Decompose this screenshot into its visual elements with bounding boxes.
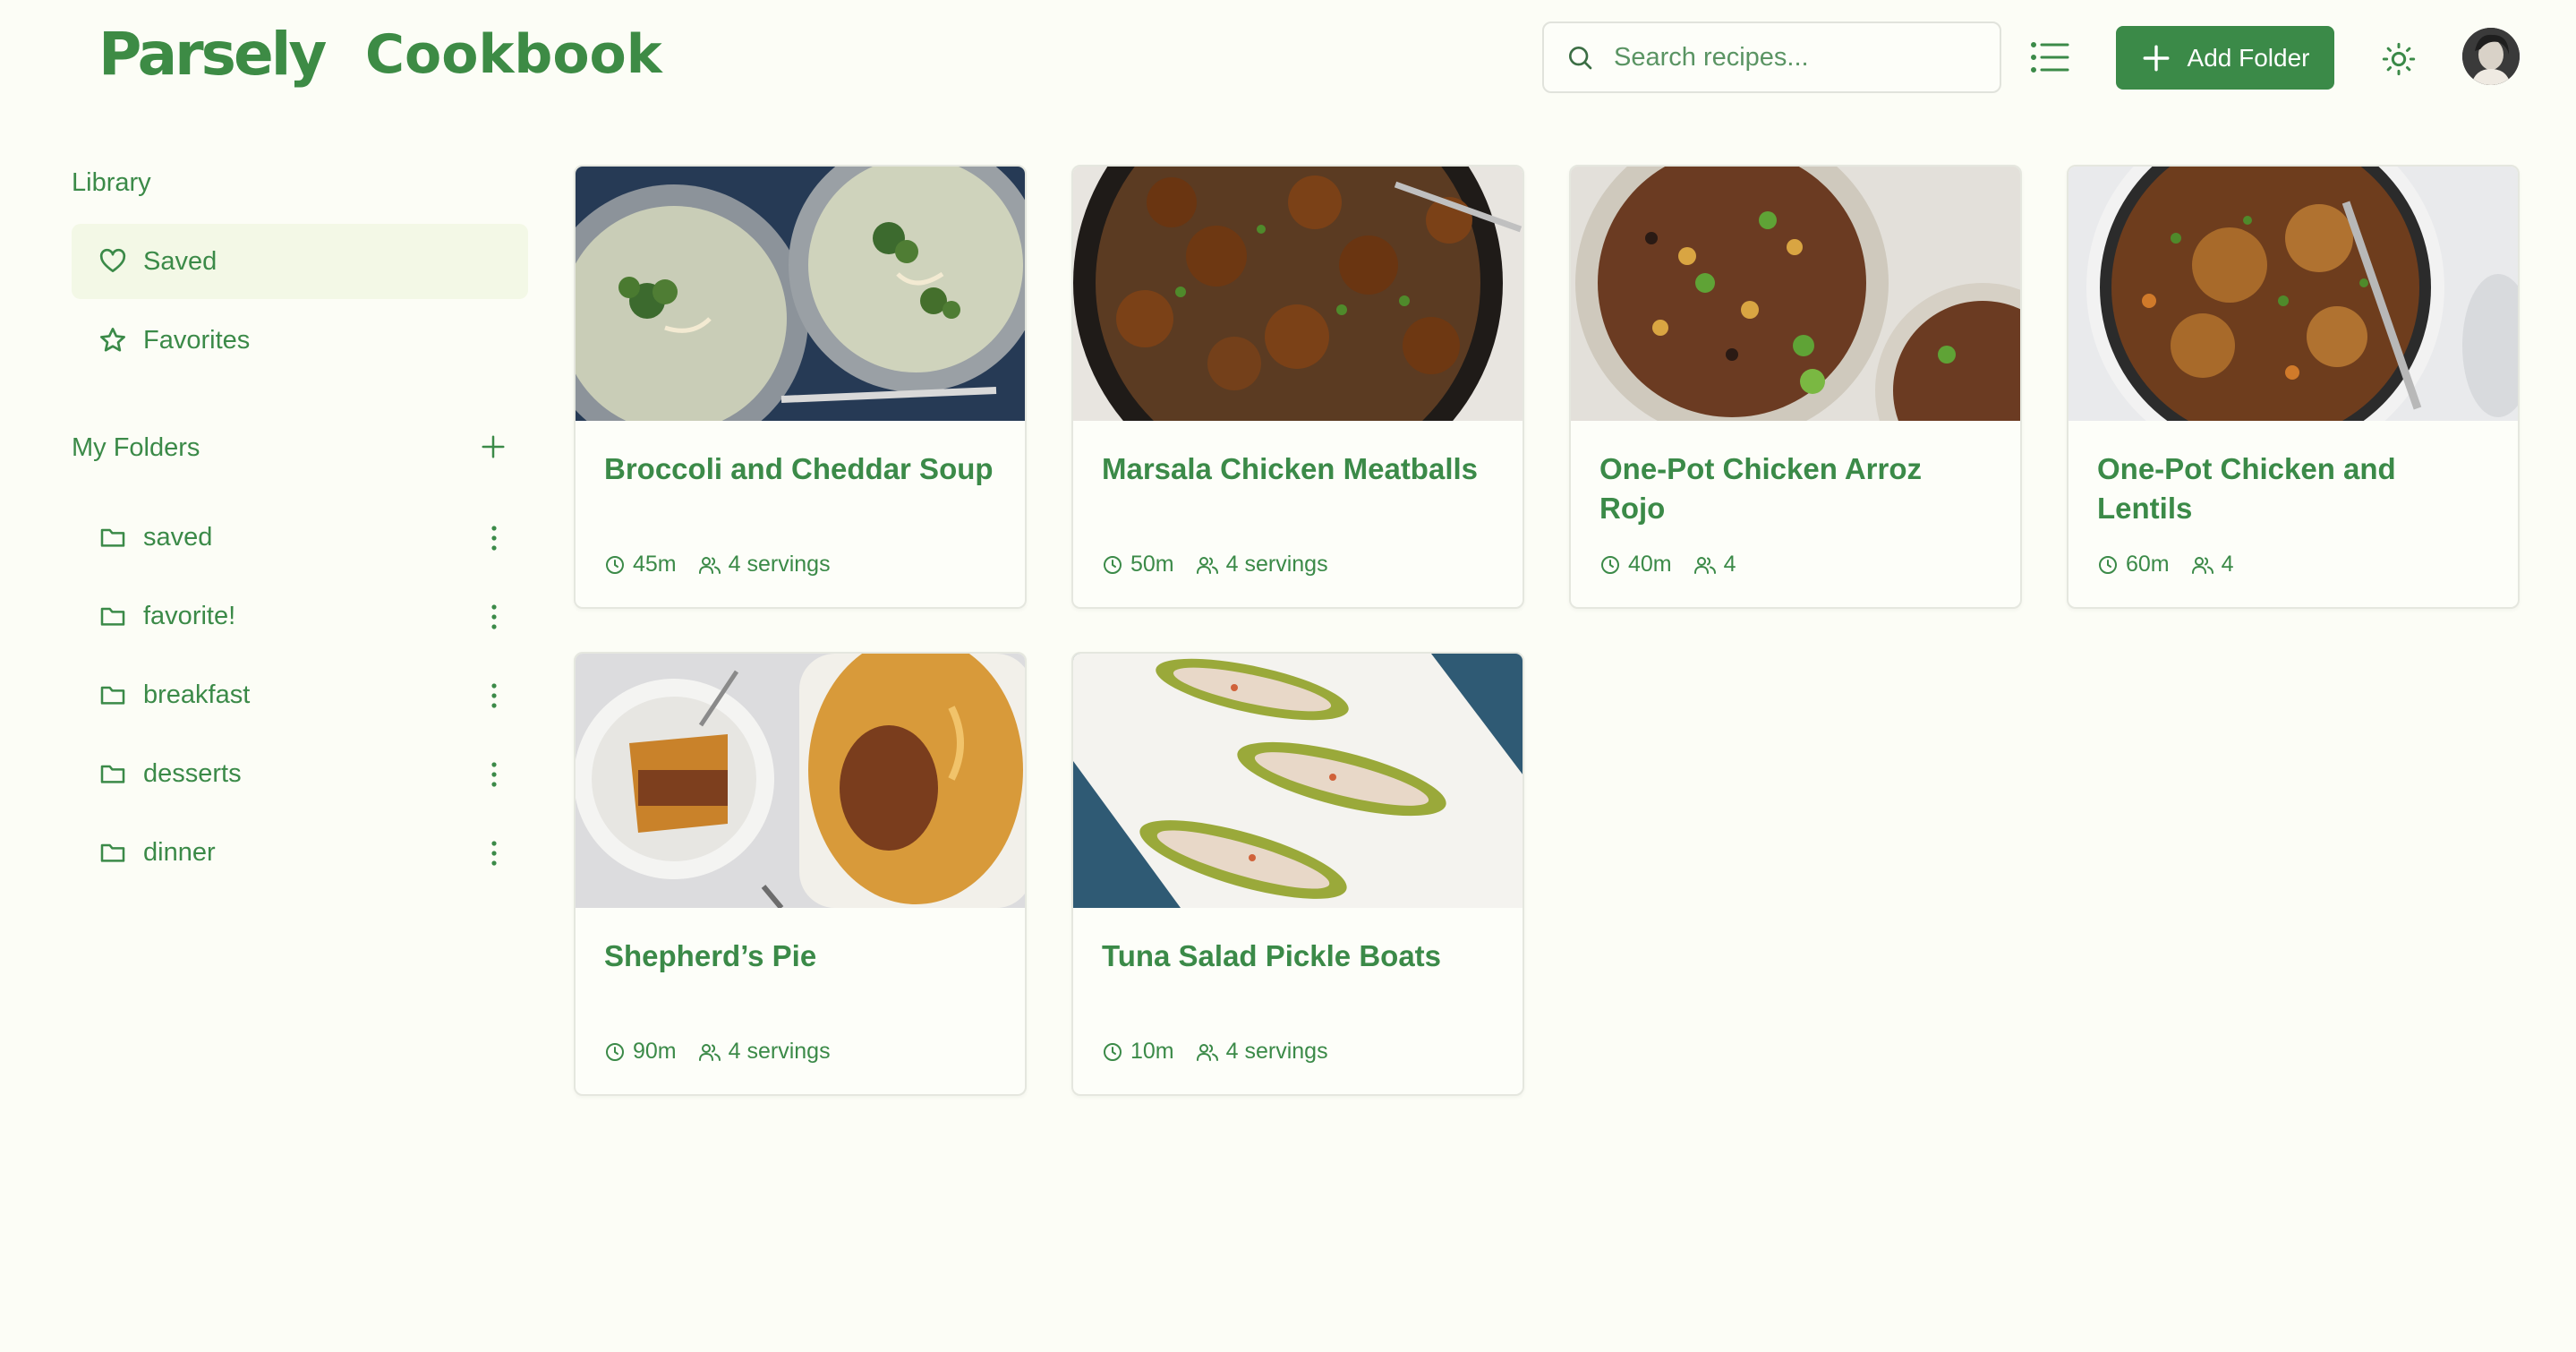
more-options-icon[interactable] [485, 603, 503, 630]
sidebar-item-label: Saved [143, 246, 218, 276]
recipe-image [576, 167, 1025, 421]
recipe-image [1073, 654, 1523, 908]
list-icon [2031, 42, 2069, 73]
recipe-card[interactable]: One-Pot Chicken and Lentils 60m 4 [2067, 165, 2520, 609]
recipe-title[interactable]: One-Pot Chicken Arroz Rojo [1599, 449, 1993, 528]
search-box[interactable] [1542, 21, 2001, 93]
recipe-image [2068, 167, 2518, 421]
list-view-button[interactable] [2030, 39, 2071, 75]
search-icon [1569, 47, 1592, 70]
recipe-servings: 4 [2221, 552, 2234, 577]
recipe-time: 40m [1628, 552, 1672, 577]
recipe-card[interactable]: Marsala Chicken Meatballs 50m 4 servings [1071, 165, 1524, 609]
users-icon [698, 1043, 721, 1061]
recipe-servings: 4 [1723, 552, 1736, 577]
folder-item[interactable]: dinner [98, 826, 519, 879]
more-options-icon[interactable] [485, 525, 503, 552]
more-options-icon[interactable] [485, 761, 503, 788]
recipe-title[interactable]: Tuna Salad Pickle Boats [1102, 937, 1496, 976]
folder-item[interactable]: saved [98, 510, 519, 564]
star-icon [100, 328, 125, 352]
recipe-title[interactable]: Shepherd’s Pie [604, 937, 998, 976]
recipe-servings: 4 servings [728, 552, 831, 577]
plus-icon [2143, 45, 2169, 71]
folder-item[interactable]: desserts [98, 747, 519, 800]
recipe-meta: 90m 4 servings [604, 1039, 831, 1065]
folders-section-title: My Folders [72, 433, 200, 462]
clock-icon [1104, 555, 1122, 574]
recipe-image [1073, 167, 1523, 421]
folder-label: desserts [143, 758, 242, 788]
recipe-servings: 4 servings [728, 1039, 831, 1064]
folder-icon [100, 607, 125, 626]
more-options-icon[interactable] [485, 840, 503, 867]
plus-icon [482, 435, 505, 458]
recipe-time: 90m [633, 1039, 677, 1064]
recipe-title[interactable]: One-Pot Chicken and Lentils [2097, 449, 2491, 528]
folder-label: favorite! [143, 601, 236, 630]
app-title: Cookbook [365, 23, 662, 86]
recipe-time: 60m [2126, 552, 2170, 577]
recipe-image [576, 654, 1025, 908]
folder-icon [100, 765, 125, 783]
library-section-title: Library [72, 168, 151, 197]
search-input[interactable] [1614, 42, 1972, 73]
clock-icon [2099, 555, 2117, 574]
theme-toggle-button[interactable] [2381, 41, 2417, 77]
clock-icon [1104, 1042, 1122, 1061]
sidebar-item-label: Favorites [143, 325, 251, 355]
recipe-image [1571, 167, 2020, 421]
users-icon [1196, 1043, 1218, 1061]
sidebar-item-saved[interactable]: Saved [72, 224, 528, 299]
users-icon [1693, 556, 1716, 574]
user-avatar[interactable] [2462, 28, 2520, 85]
recipe-meta: 40m 4 [1599, 552, 1736, 578]
clock-icon [1601, 555, 1619, 574]
users-icon [1196, 556, 1218, 574]
recipe-time: 50m [1130, 552, 1174, 577]
folder-icon [100, 843, 125, 862]
folder-icon [100, 528, 125, 547]
users-icon [2191, 556, 2213, 574]
recipe-card[interactable]: Broccoli and Cheddar Soup 45m 4 servings [574, 165, 1027, 609]
folder-label: breakfast [143, 680, 251, 709]
users-icon [698, 556, 721, 574]
recipe-card[interactable]: Tuna Salad Pickle Boats 10m 4 servings [1071, 652, 1524, 1096]
recipe-meta: 50m 4 servings [1102, 552, 1328, 578]
clock-icon [606, 555, 624, 574]
recipe-card[interactable]: Shepherd’s Pie 90m 4 servings [574, 652, 1027, 1096]
top-bar: Parsely Cookbook Add Folder [0, 0, 2576, 116]
sidebar-item-favorites[interactable]: Favorites [72, 303, 528, 378]
add-folder-button[interactable]: Add Folder [2116, 26, 2334, 90]
more-options-icon[interactable] [485, 682, 503, 709]
app-logo[interactable]: Parsely [98, 20, 327, 89]
recipe-title[interactable]: Broccoli and Cheddar Soup [604, 449, 998, 489]
folder-label: saved [143, 522, 213, 552]
sun-icon [2382, 42, 2416, 76]
recipe-servings: 4 servings [1225, 1039, 1328, 1064]
recipe-servings: 4 servings [1225, 552, 1328, 577]
recipe-time: 45m [633, 552, 677, 577]
recipe-card[interactable]: One-Pot Chicken Arroz Rojo 40m 4 [1569, 165, 2022, 609]
folder-item[interactable]: breakfast [98, 668, 519, 722]
recipe-time: 10m [1130, 1039, 1174, 1064]
recipe-meta: 45m 4 servings [604, 552, 831, 578]
add-folder-label: Add Folder [2187, 43, 2310, 72]
clock-icon [606, 1042, 624, 1061]
recipe-meta: 60m 4 [2097, 552, 2234, 578]
recipe-title[interactable]: Marsala Chicken Meatballs [1102, 449, 1496, 489]
recipe-meta: 10m 4 servings [1102, 1039, 1328, 1065]
sidebar: Library Saved Favorites My Folders saved… [0, 116, 537, 1352]
add-folder-icon-button[interactable] [480, 433, 507, 460]
folder-item[interactable]: favorite! [98, 589, 519, 643]
folder-label: dinner [143, 837, 216, 867]
folder-icon [100, 686, 125, 705]
heart-icon [99, 248, 126, 272]
